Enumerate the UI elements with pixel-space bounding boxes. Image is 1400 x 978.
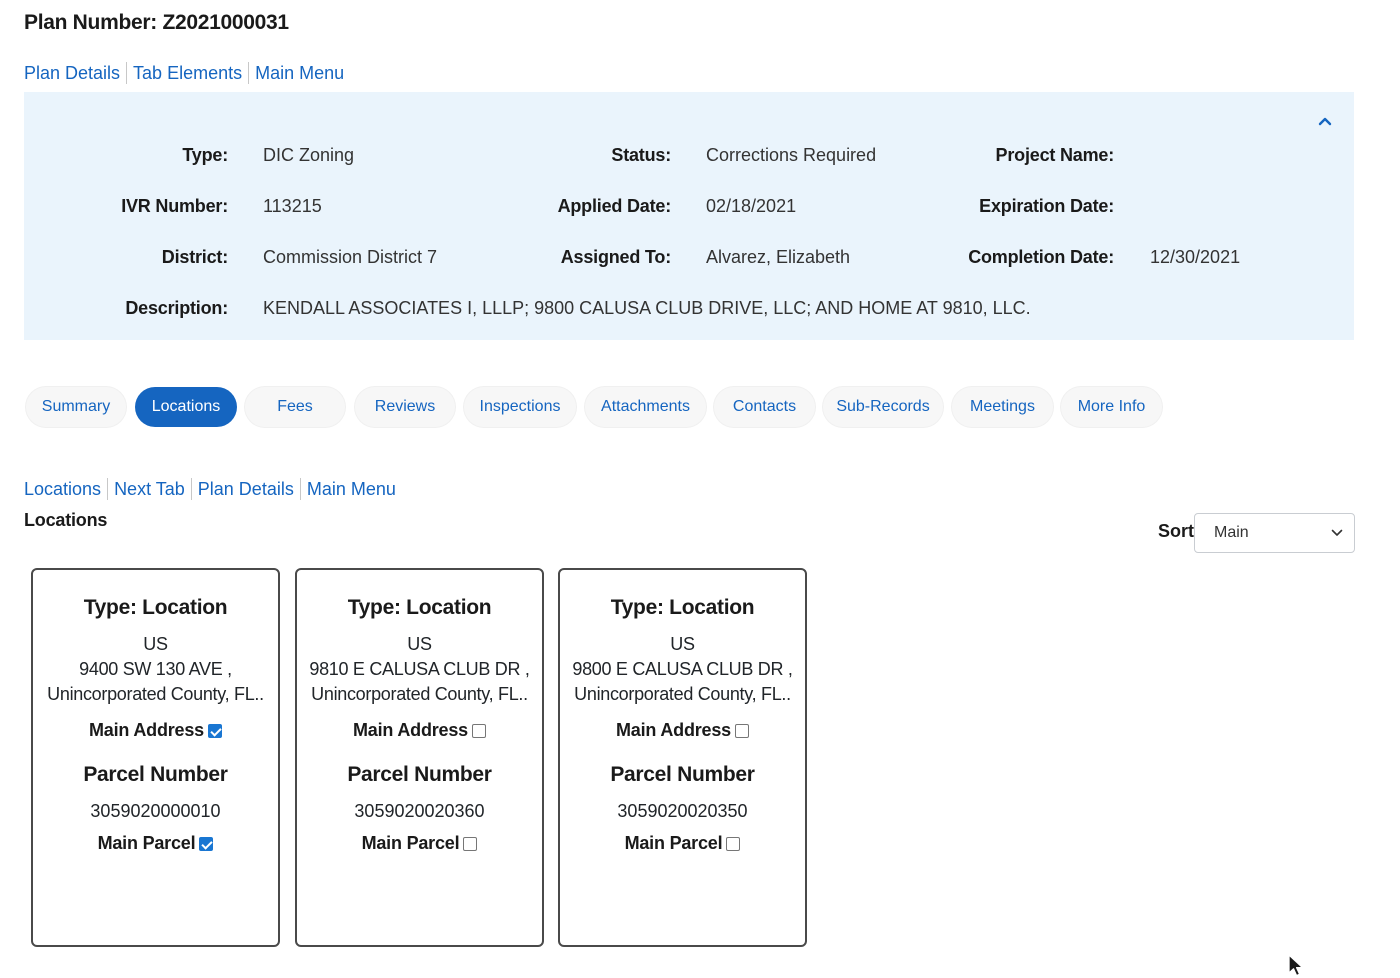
main-parcel-flag: Main Parcel: [560, 833, 805, 854]
assigned-to-label: Assigned To:: [560, 247, 671, 267]
link-plan-details-2[interactable]: Plan Details: [190, 478, 300, 500]
tab-sub-records[interactable]: Sub-Records: [823, 387, 943, 427]
status-label: Status:: [611, 145, 671, 165]
tab-contacts[interactable]: Contacts: [714, 387, 815, 427]
main-parcel-checkbox[interactable]: [199, 836, 214, 851]
main-address-label: Main Address: [616, 720, 731, 740]
tab-summary[interactable]: Summary: [26, 387, 126, 427]
type-label: Type:: [182, 145, 228, 165]
tab-more-info[interactable]: More Info: [1061, 387, 1162, 427]
type-value: DIC Zoning: [263, 145, 355, 165]
location-card: Type: Location US 9810 E CALUSA CLUB DR …: [295, 568, 544, 947]
location-country: US: [670, 634, 695, 654]
tab-meetings[interactable]: Meetings: [952, 387, 1053, 427]
chevron-down-icon: [1331, 529, 1343, 536]
description-label: Description:: [125, 298, 228, 318]
location-type: Type: Location: [610, 596, 755, 619]
assigned-to-value: Alvarez, Elizabeth: [706, 247, 851, 267]
tab-fees[interactable]: Fees: [245, 387, 345, 427]
location-country: US: [143, 634, 168, 654]
parcel-number-heading: Parcel Number: [347, 763, 492, 786]
link-tab-elements[interactable]: Tab Elements: [126, 62, 248, 84]
parcel-number-heading: Parcel Number: [610, 763, 755, 786]
main-address-checkbox[interactable]: [207, 723, 222, 738]
main-parcel-label: Main Parcel: [624, 833, 723, 853]
top-nav-links: Plan Details Tab Elements Main Menu: [24, 62, 350, 84]
location-city: Unincorporated County, FL..: [47, 684, 264, 704]
applied-date-value: 02/18/2021: [706, 196, 797, 216]
location-street: 9400 SW 130 AVE ,: [79, 659, 232, 679]
location-type: Type: Location: [347, 596, 492, 619]
completion-date-value: 12/30/2021: [1150, 247, 1241, 267]
sort-selected-value: Main: [1214, 524, 1249, 541]
main-parcel-label: Main Parcel: [361, 833, 460, 853]
district-label: District:: [161, 247, 228, 267]
location-country: US: [407, 634, 432, 654]
location-type: Type: Location: [83, 596, 228, 619]
section-title: Locations: [24, 510, 108, 530]
main-parcel-flag: Main Parcel: [33, 833, 278, 854]
description-value: KENDALL ASSOCIATES I, LLLP; 9800 CALUSA …: [263, 298, 1031, 318]
main-parcel-label: Main Parcel: [97, 833, 196, 853]
location-street: 9810 E CALUSA CLUB DR ,: [309, 659, 530, 679]
location-street: 9800 E CALUSA CLUB DR ,: [572, 659, 793, 679]
location-city: Unincorporated County, FL..: [574, 684, 791, 704]
main-parcel-flag: Main Parcel: [297, 833, 542, 854]
link-main-menu[interactable]: Main Menu: [248, 62, 350, 84]
main-address-checkbox[interactable]: [734, 723, 749, 738]
main-address-label: Main Address: [353, 720, 468, 740]
main-address-flag: Main Address: [297, 720, 542, 741]
chevron-up-icon: [1318, 117, 1332, 126]
tab-reviews[interactable]: Reviews: [355, 387, 455, 427]
parcel-number-heading: Parcel Number: [83, 763, 228, 786]
project-name-label: Project Name:: [995, 145, 1115, 165]
page-title: Plan Number: Z2021000031: [24, 11, 289, 34]
main-address-flag: Main Address: [33, 720, 278, 741]
location-city: Unincorporated County, FL..: [311, 684, 528, 704]
status-value: Corrections Required: [706, 145, 877, 165]
main-parcel-checkbox[interactable]: [463, 836, 478, 851]
sort-label: Sort: [1158, 521, 1194, 541]
mouse-cursor-icon: [1288, 954, 1304, 977]
location-card: Type: Location US 9800 E CALUSA CLUB DR …: [558, 568, 807, 947]
link-main-menu-2[interactable]: Main Menu: [299, 478, 402, 500]
expiration-date-label: Expiration Date:: [979, 196, 1114, 216]
sort-select[interactable]: Main: [1194, 513, 1355, 553]
link-plan-details[interactable]: Plan Details: [24, 62, 126, 84]
main-address-checkbox[interactable]: [471, 723, 486, 738]
ivr-number-value: 113215: [263, 196, 322, 216]
link-locations[interactable]: Locations: [24, 478, 107, 500]
main-parcel-checkbox[interactable]: [726, 836, 741, 851]
district-value: Commission District 7: [263, 247, 438, 267]
section-nav-links: Locations Next Tab Plan Details Main Men…: [24, 478, 402, 500]
plan-summary-panel: Type: DIC Zoning Status: Corrections Req…: [24, 92, 1354, 340]
parcel-number-value: 3059020020350: [617, 801, 748, 821]
ivr-number-label: IVR Number:: [121, 196, 228, 216]
completion-date-label: Completion Date:: [968, 247, 1114, 267]
tab-locations[interactable]: Locations: [135, 387, 237, 427]
parcel-number-value: 3059020000010: [90, 801, 221, 821]
main-address-flag: Main Address: [560, 720, 805, 741]
main-address-label: Main Address: [89, 720, 204, 740]
applied-date-label: Applied Date:: [557, 196, 672, 216]
tab-attachments[interactable]: Attachments: [585, 387, 706, 427]
parcel-number-value: 3059020020360: [354, 801, 485, 821]
collapse-panel-button[interactable]: [1314, 110, 1336, 132]
location-card: Type: Location US 9400 SW 130 AVE , Unin…: [31, 568, 280, 947]
tab-inspections[interactable]: Inspections: [464, 387, 576, 427]
link-next-tab[interactable]: Next Tab: [107, 478, 191, 500]
